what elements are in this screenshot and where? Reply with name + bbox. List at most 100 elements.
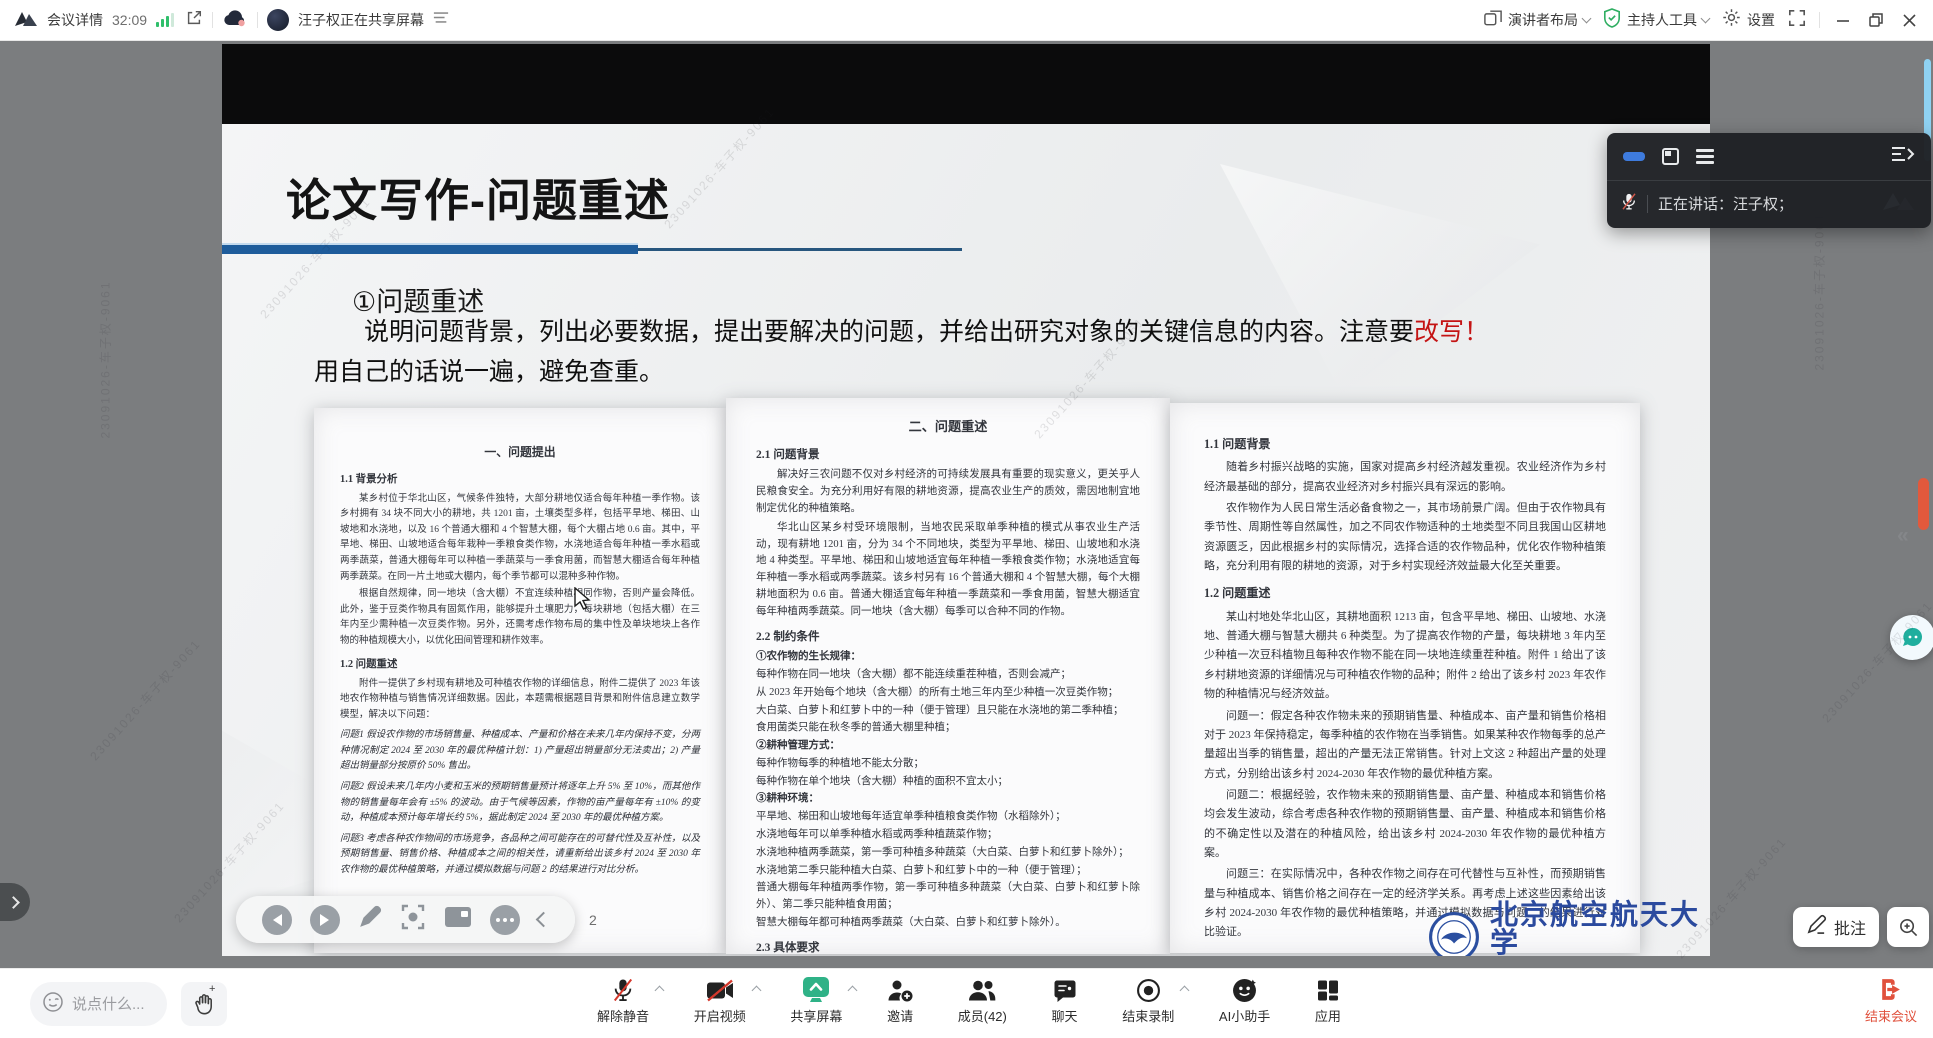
share-detail-list-icon[interactable] <box>433 11 449 29</box>
host-tools-button[interactable]: 主持人工具 <box>1603 8 1709 33</box>
sharing-status-text: 汪子权正在共享屏幕 <box>298 10 424 30</box>
camera-off-icon <box>706 976 734 1004</box>
meeting-watermark: 23091026-车子权-9061 <box>86 635 204 764</box>
chevron-up-icon[interactable] <box>848 986 858 996</box>
divider <box>212 12 213 28</box>
page-text: 从 2023 年开始每个地块（含大棚）的所有土地三年内至少种植一次豆类作物； <box>756 685 1140 702</box>
pen-tool-icon[interactable] <box>358 905 382 934</box>
ai-icon <box>1232 976 1257 1004</box>
scrollbar-marker[interactable] <box>1918 478 1929 530</box>
shared-screen: 论文写作-问题重述 ①问题重述 说明问题背景，列出必要数据，提出要解决的问题，并… <box>222 44 1710 956</box>
cloud-record-icon[interactable] <box>222 9 248 32</box>
chat-input[interactable] <box>72 996 162 1013</box>
page-text: 问题1 假设农作物的市场销售量、种植成本、产量和价格在未来几年内保持不变，分两种… <box>340 728 700 775</box>
page-text: 2.2 制约条件 <box>756 628 1140 646</box>
expand-video-icon[interactable] <box>1662 148 1679 165</box>
end-meeting-button[interactable]: 结束会议 <box>1865 976 1917 1025</box>
apps-icon <box>1316 976 1340 1004</box>
chevron-up-icon[interactable] <box>1180 986 1190 996</box>
meeting-details-button[interactable]: 会议详情 <box>47 10 103 30</box>
fullscreen-icon[interactable] <box>1788 9 1806 32</box>
toolbar-item-label: 聊天 <box>1052 1006 1078 1025</box>
laser-pointer-icon[interactable] <box>400 904 426 935</box>
list-view-icon[interactable] <box>1696 146 1714 167</box>
end-meeting-icon <box>1877 976 1904 1006</box>
toolbar-item-invite[interactable]: 邀请 <box>887 976 913 1025</box>
toolbar-item-chat[interactable]: 聊天 <box>1052 976 1078 1025</box>
raise-hand-button[interactable] <box>181 982 227 1026</box>
invite-icon <box>887 976 913 1004</box>
collapse-right-panel-icon[interactable]: « <box>1897 524 1909 548</box>
slide-title: 论文写作-问题重述 <box>286 164 670 229</box>
page-text: 根据自然规律，同一地块（含大棚）不宜连续种植相同作物，否则产量会降低。此外，鉴于… <box>340 587 700 649</box>
settings-button[interactable]: 设置 <box>1722 8 1775 32</box>
toolbar-item-members[interactable]: 成员(42) <box>958 976 1007 1025</box>
mic-muted-icon <box>612 976 634 1004</box>
collapse-toolbar-icon[interactable] <box>536 912 552 928</box>
toolbar-item-label: AI小助手 <box>1219 1006 1270 1025</box>
active-layout-indicator[interactable] <box>1623 152 1645 161</box>
page-text: 2.3 具体要求 <box>756 939 1140 954</box>
toolbar-item-apps[interactable]: 应用 <box>1315 976 1341 1025</box>
page-text: 某山村地处华北山区，其耕地面积 1213 亩，包含平旱地、梯田、山坡地、水浇地、… <box>1204 608 1606 705</box>
app-logo-icon <box>14 9 38 32</box>
chevron-up-icon[interactable] <box>655 986 665 996</box>
document-page-2: 二、问题重述 2.1 问题背景解决好三农问题不仅对乡村经济的可持续发展具有重要的现… <box>726 398 1170 954</box>
page-text: 问题一：假定各种农作物未来的预期销售量、种植成本、亩产量和销售价格相对于 202… <box>1204 707 1606 784</box>
chevron-down-icon <box>1582 13 1592 23</box>
collapse-panel-icon[interactable] <box>1891 145 1915 168</box>
toolbar-item-unmute[interactable]: 解除静音 <box>597 976 649 1025</box>
emoji-icon[interactable] <box>42 991 64 1018</box>
quick-chat-pill[interactable] <box>30 982 167 1026</box>
layout-icon <box>1484 9 1502 31</box>
page-text: 每种作物在单个地块（含大棚）种植的面积不宜太小； <box>756 774 1140 791</box>
play-button[interactable] <box>310 905 340 935</box>
page-text: 解决好三农问题不仅对乡村经济的可持续发展具有重要的现实意义，更关乎人民粮食安全。… <box>756 467 1140 517</box>
meeting-window: 会议详情 32:09 汪子权正在共享屏幕 演讲者布局 <box>0 0 1933 1038</box>
slide-paragraph: 说明问题背景，列出必要数据，提出要解决的问题，并给出研究对象的关键信息的内容。注… <box>314 312 1584 392</box>
page-text: 大白菜、白萝卜和红萝卜中的一种（便于管理）且只能在水浇地的第二季种植； <box>756 703 1140 720</box>
screen-share-stage: 论文写作-问题重述 ①问题重述 说明问题背景，列出必要数据，提出要解决的问题，并… <box>0 41 1933 968</box>
bottom-bar: + 解除静音开启视频共享屏幕邀请成员(42)聊天结束录制AI小助手应用 结束会议 <box>0 968 1933 1038</box>
page-text: 二、问题重述 <box>756 416 1140 437</box>
more-tools-button[interactable] <box>490 905 520 935</box>
toolbar-item-share-screen[interactable]: 共享屏幕 <box>790 976 842 1025</box>
page-text: 华北山区某乡村受环境限制，当地农民采取单季种植的模式从事农业生产活动，现有耕地 … <box>756 520 1140 621</box>
page-text: 每种作物每季的种植地不能太分散； <box>756 756 1140 773</box>
slides-panel-icon[interactable] <box>444 906 472 933</box>
slide-body-highlight: 改写！ <box>1414 318 1489 346</box>
divider <box>1819 12 1820 28</box>
open-external-icon[interactable] <box>185 9 203 32</box>
page-text: 某乡村位于华北山区，气候条件独特，大部分耕地仅适合每年种植一季作物。该乡村拥有 … <box>340 492 700 585</box>
toolbar-item-label: 共享屏幕 <box>790 1006 842 1025</box>
previous-slide-button[interactable] <box>262 905 292 935</box>
page-text: 2.1 问题背景 <box>756 446 1140 464</box>
annotate-button[interactable]: 批注 <box>1793 907 1879 947</box>
slide-page-number: 2 <box>589 912 597 928</box>
page-text: ①农作物的生长规律： <box>756 649 1140 666</box>
toolbar-item-label: 解除静音 <box>597 1006 649 1025</box>
page-text: 问题2 假设未来几年内小麦和玉米的预期销售量预计将逐年上升 5% 至 10%，而… <box>340 780 700 827</box>
toolbar-item-stop-recording[interactable]: 结束录制 <box>1122 976 1174 1025</box>
zoom-in-button[interactable] <box>1887 907 1929 947</box>
record-icon <box>1136 976 1161 1004</box>
page-text: 水浇地每年可以单季种植水稻或两季种植蔬菜作物； <box>756 827 1140 844</box>
floating-assistant-widget[interactable] <box>1890 615 1933 660</box>
page-text: 问题二：根据经验，农作物未来的预期销售量、亩产量、种植成本和销售价格均会发生波动… <box>1204 786 1606 863</box>
presentation-slide: 论文写作-问题重述 ①问题重述 说明问题背景，列出必要数据，提出要解决的问题，并… <box>222 124 1710 956</box>
university-logo: 北京航空航天大学 BEIHANG UNIVERSITY <box>1428 902 1710 956</box>
expand-sidebar-tab[interactable] <box>0 883 30 921</box>
page-text: 一、问题提出 <box>340 443 700 462</box>
mouse-cursor <box>574 587 592 616</box>
speaker-panel: 正在讲话： 汪子权； <box>1607 133 1931 228</box>
toolbar-item-ai-assistant[interactable]: AI小助手 <box>1219 976 1270 1025</box>
window-minimize-button[interactable] <box>1833 10 1853 30</box>
window-restore-button[interactable] <box>1866 10 1886 30</box>
page-text: 智慧大棚每年都可种植两季蔬菜（大白菜、白萝卜和红萝卜除外）。 <box>756 915 1140 932</box>
chat-icon <box>1053 976 1077 1004</box>
layout-switcher[interactable]: 演讲者布局 <box>1484 9 1590 31</box>
toolbar-item-start-video[interactable]: 开启视频 <box>694 976 746 1025</box>
window-close-button[interactable] <box>1899 10 1919 30</box>
shield-check-icon <box>1603 8 1621 33</box>
chevron-up-icon[interactable] <box>751 986 761 996</box>
